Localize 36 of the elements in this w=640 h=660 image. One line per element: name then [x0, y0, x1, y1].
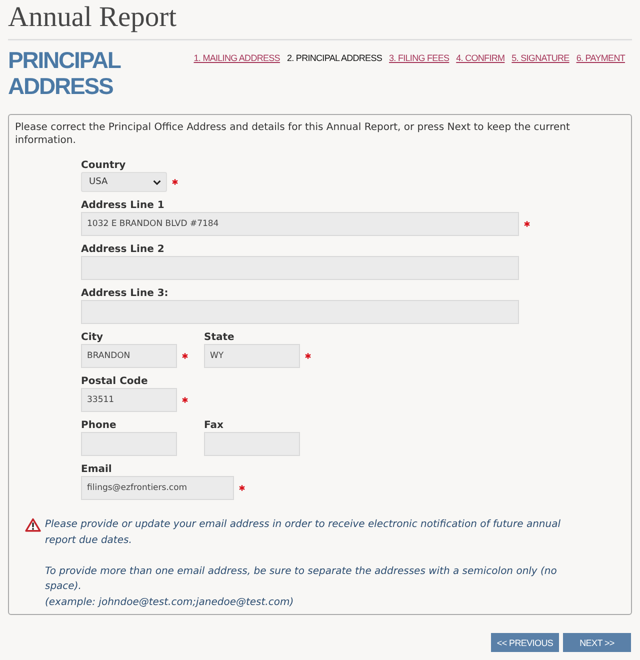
chevron-icon [153, 180, 161, 184]
field-label: Fax [204, 419, 224, 432]
previous-button[interactable]: << PREVIOUS [491, 633, 559, 652]
step-link[interactable]: 1. MAILING ADDRESS [194, 52, 280, 64]
section-heading: PRINCIPAL ADDRESS [8, 47, 122, 99]
input-field[interactable]: 33511 [81, 388, 177, 412]
next-button[interactable]: NEXT >> [563, 633, 631, 652]
warning-icon [25, 518, 41, 532]
step-link[interactable]: 4. CONFIRM [456, 52, 505, 64]
step-link[interactable]: 6. PAYMENT [576, 52, 625, 64]
page-title: Annual Report [8, 1, 178, 35]
field-label: City [81, 331, 104, 344]
notice-text: (example: johndoe@test.com;janedoe@test.com) [45, 596, 295, 610]
input-field[interactable]: WY [204, 344, 300, 368]
step-link[interactable]: 5. SIGNATURE [512, 52, 570, 64]
dropdown-select[interactable]: USA [81, 172, 167, 192]
field-label: Country [81, 159, 127, 172]
field-label: Email [81, 463, 113, 476]
step-link[interactable]: 3. FILING FEES [389, 52, 450, 64]
notice-text: Please provide or update your email address in order to receive electronic notification of future annual report due dates. [45, 518, 562, 548]
field-label: Address Line 1 [81, 199, 166, 212]
field-label: Address Line 2 [81, 243, 166, 256]
input-field[interactable] [204, 432, 300, 456]
field-label: Phone [81, 419, 118, 432]
input-field[interactable]: filings@ezfrontiers.com [81, 476, 234, 500]
field-label: State [204, 331, 236, 344]
input-field[interactable] [81, 432, 177, 456]
input-field[interactable] [81, 300, 519, 324]
instructions-text: Please correct the Principal Office Address and details for this Annual Report, or press Next to keep the current information. [15, 121, 571, 147]
input-field[interactable]: BRANDON [81, 344, 177, 368]
field-label: Postal Code [81, 375, 149, 388]
current-step: 2. PRINCIPAL ADDRESS [286, 52, 382, 64]
input-field[interactable]: 1032 E BRANDON BLVD #7184 [81, 212, 519, 236]
notice-text: To provide more than one email address, be sure to separate the addresses with a semicolon only (no space). [45, 564, 558, 594]
field-label: Address Line 3: [81, 287, 170, 300]
input-field[interactable] [81, 256, 519, 280]
